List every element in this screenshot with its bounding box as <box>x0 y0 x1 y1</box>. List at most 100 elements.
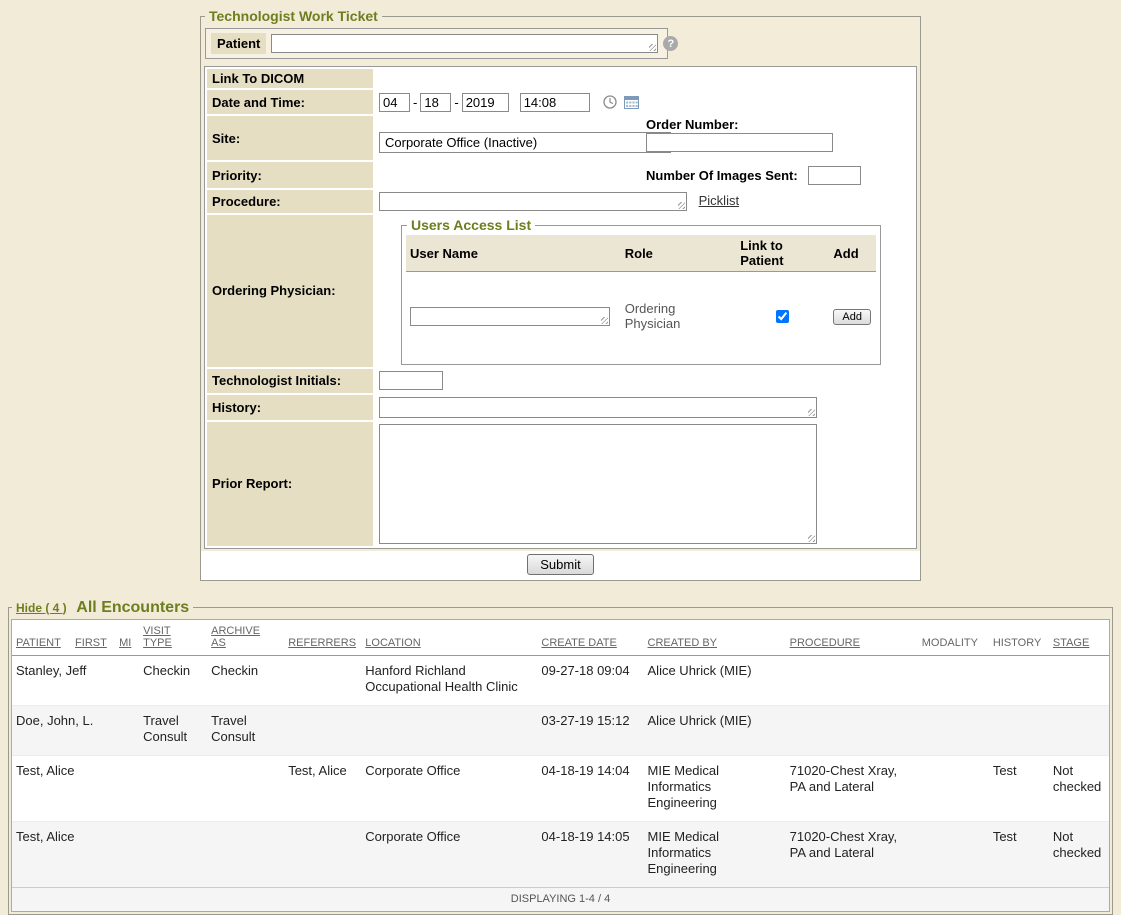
cell-visit_type: Checkin <box>139 655 207 705</box>
patient-label: Patient <box>211 33 266 54</box>
cell-history <box>989 655 1049 705</box>
column-header-label-referrers[interactable]: REFERRERS <box>288 637 356 649</box>
cell-created_by: Alice Uhrick (MIE) <box>644 655 786 705</box>
link-to-dicom-value <box>375 69 914 88</box>
order-number-input[interactable] <box>646 133 833 152</box>
column-header-label-patient[interactable]: PATIENT <box>16 637 61 649</box>
time-input[interactable] <box>520 93 590 112</box>
cell-visit_type <box>139 821 207 887</box>
cell-created_by: MIE Medical Informatics Engineering <box>644 821 786 887</box>
ual-header-link-to-patient: Link to Patient <box>736 235 829 272</box>
encounters-table: PATIENT FIRST MI VISIT TYPE ARCHIVE AS REFERR… <box>12 620 1109 887</box>
cell-stage <box>1049 705 1109 755</box>
cell-patient: Doe, John, L. <box>12 705 139 755</box>
encounters-paging-status: DISPLAYING 1-4 / 4 <box>12 887 1109 911</box>
ual-header-user-name: User Name <box>406 235 621 272</box>
cell-visit_type <box>139 755 207 821</box>
column-header-label-mi[interactable]: MI <box>119 637 131 649</box>
cell-created_by: Alice Uhrick (MIE) <box>644 705 786 755</box>
tech-initials-input[interactable] <box>379 371 443 390</box>
history-textarea[interactable] <box>379 397 817 418</box>
column-header-first: FIRST <box>71 620 115 656</box>
column-header-label-visit_type[interactable]: VISIT TYPE <box>143 625 172 649</box>
images-sent-input[interactable] <box>808 166 861 185</box>
cell-procedure: 71020-Chest Xray, PA and Lateral <box>786 821 918 887</box>
ual-role-value: Ordering Physician <box>621 272 736 358</box>
calendar-icon[interactable] <box>624 95 639 109</box>
column-header-label-first[interactable]: FIRST <box>75 637 107 649</box>
cell-modality <box>918 821 989 887</box>
column-header-location: LOCATION <box>361 620 537 656</box>
cell-archive_as <box>207 821 284 887</box>
ordering-physician-label: Ordering Physician: <box>207 215 373 367</box>
encounters-table-wrap: PATIENT FIRST MI VISIT TYPE ARCHIVE AS REFERR… <box>11 619 1110 912</box>
column-header-mi: MI <box>115 620 139 656</box>
cell-referrers <box>284 821 361 887</box>
column-header-label-procedure[interactable]: PROCEDURE <box>790 637 860 649</box>
picklist-link[interactable]: Picklist <box>699 193 739 208</box>
cell-create_date: 09-27-18 09:04 <box>537 655 643 705</box>
tech-initials-label: Technologist Initials: <box>207 369 373 393</box>
users-access-list-table: User Name Role Link to Patient Add <box>406 235 876 358</box>
images-sent-label: Number Of Images Sent: <box>646 168 798 183</box>
hide-encounters-link[interactable]: Hide ( 4 ) <box>16 601 67 615</box>
ual-header-add: Add <box>829 235 876 272</box>
work-ticket-title: Technologist Work Ticket <box>205 8 382 24</box>
site-select[interactable]: Corporate Office (Inactive) ▼ <box>379 132 671 153</box>
patient-box: Patient ? <box>205 28 668 59</box>
cell-procedure <box>786 705 918 755</box>
column-header-label-create_date[interactable]: CREATE DATE <box>541 637 616 649</box>
cell-history: Test <box>989 755 1049 821</box>
date-separator: - <box>413 95 417 110</box>
history-label: History: <box>207 395 373 420</box>
cell-patient: Test, Alice <box>12 755 139 821</box>
column-header-label-created_by[interactable]: CREATED BY <box>648 637 717 649</box>
column-header-stage: STAGE <box>1049 620 1109 656</box>
cell-location: Hanford Richland Occupational Health Cli… <box>361 655 537 705</box>
column-header-procedure: PROCEDURE <box>786 620 918 656</box>
clock-icon[interactable] <box>603 95 617 109</box>
date-time-label: Date and Time: <box>207 90 373 114</box>
submit-button[interactable]: Submit <box>527 554 593 575</box>
prior-report-textarea[interactable] <box>379 424 817 544</box>
column-header-label-archive_as[interactable]: ARCHIVE AS <box>211 625 260 649</box>
patient-input[interactable] <box>271 34 658 53</box>
encounter-row[interactable]: Stanley, JeffCheckinCheckinHanford Richl… <box>12 655 1109 705</box>
column-header-modality: MODALITY <box>918 620 989 656</box>
column-header-label-stage[interactable]: STAGE <box>1053 637 1089 649</box>
cell-referrers: Test, Alice <box>284 755 361 821</box>
cell-location: Corporate Office <box>361 821 537 887</box>
help-icon[interactable]: ? <box>663 36 678 51</box>
cell-patient: Test, Alice <box>12 821 139 887</box>
priority-label: Priority: <box>207 162 373 188</box>
cell-archive_as <box>207 755 284 821</box>
cell-archive_as: Checkin <box>207 655 284 705</box>
procedure-input[interactable] <box>379 192 687 211</box>
procedure-label: Procedure: <box>207 190 373 213</box>
cell-create_date: 04-18-19 14:04 <box>537 755 643 821</box>
cell-create_date: 04-18-19 14:05 <box>537 821 643 887</box>
date-day-input[interactable] <box>420 93 451 112</box>
encounters-header-row: PATIENT FIRST MI VISIT TYPE ARCHIVE AS REFERR… <box>12 620 1109 656</box>
column-header-referrers: REFERRERS <box>284 620 361 656</box>
site-label: Site: <box>207 116 373 160</box>
cell-created_by: MIE Medical Informatics Engineering <box>644 755 786 821</box>
cell-stage: Not checked <box>1049 755 1109 821</box>
encounters-body: Stanley, JeffCheckinCheckinHanford Richl… <box>12 655 1109 887</box>
date-month-input[interactable] <box>379 93 410 112</box>
cell-modality <box>918 705 989 755</box>
cell-location: Corporate Office <box>361 755 537 821</box>
users-access-list-title: Users Access List <box>407 217 535 233</box>
cell-modality <box>918 755 989 821</box>
column-header-label-location[interactable]: LOCATION <box>365 637 420 649</box>
user-name-input[interactable] <box>410 307 610 326</box>
link-to-patient-checkbox[interactable] <box>776 310 789 323</box>
cell-modality <box>918 655 989 705</box>
encounter-row[interactable]: Doe, John, L.Travel ConsultTravel Consul… <box>12 705 1109 755</box>
add-user-button[interactable]: Add <box>833 309 871 325</box>
encounter-row[interactable]: Test, Alice Corporate Office04-18-19 14:0… <box>12 821 1109 887</box>
all-encounters-legend: Hide ( 4 ) All Encounters <box>12 599 193 617</box>
column-header-patient: PATIENT <box>12 620 71 656</box>
date-year-input[interactable] <box>462 93 509 112</box>
encounter-row[interactable]: Test, AliceTest, AliceCorporate Office04… <box>12 755 1109 821</box>
